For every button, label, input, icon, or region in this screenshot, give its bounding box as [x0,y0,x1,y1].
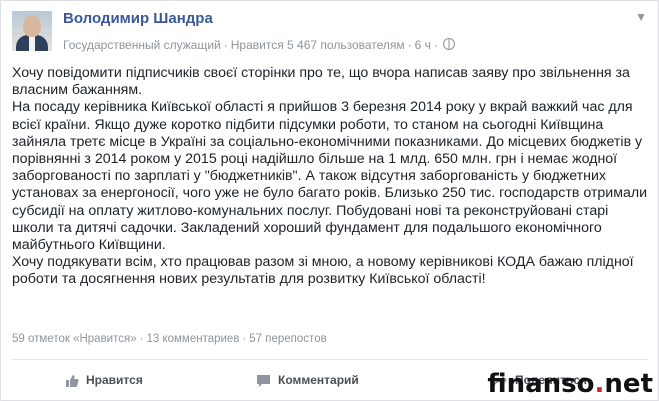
thumbs-up-icon [66,374,79,387]
comments-count[interactable]: 13 комментариев [146,333,239,345]
avatar[interactable] [12,11,52,51]
comment-label: Комментарий [278,373,359,387]
watermark-tld: net [604,369,653,399]
post-paragraph: Хочу повідомити підписчиків своєї сторін… [12,65,630,99]
watermark-brand: finanso [487,369,595,399]
post-time[interactable]: 6 ч [415,38,431,52]
speech-bubble-icon [257,374,270,387]
page-likes[interactable]: Нравится 5 467 пользователям [231,38,405,52]
author-name[interactable]: Володимир Шандра [63,10,213,27]
post-text: Хочу повідомити підписчиків своєї сторін… [12,65,652,289]
watermark-dot: . [594,369,605,399]
post-card: Володимир Шандра Государственный служащи… [0,0,659,401]
post-paragraph: Хочу подякувати всім, хто працював разом… [12,254,634,288]
like-button[interactable]: Нравится [65,364,143,396]
author-role: Государственный служащий [63,38,221,52]
post-stats: 59 отметок «Нравится» · 13 комментариев · 57… [12,333,327,345]
site-watermark: finanso.net [487,369,653,399]
post-paragraph: На посаду керівника Київської області я … [12,99,648,254]
likes-count[interactable]: 59 отметок «Нравится» [12,333,137,345]
comment-button[interactable]: Комментарий [256,364,359,396]
post-meta: Государственный служащий · Нравится 5 467 … [63,38,455,52]
chevron-down-icon[interactable]: ▼ [635,11,647,23]
like-label: Нравится [86,373,143,387]
divider [12,359,647,360]
globe-icon[interactable] [442,38,455,50]
shares-count[interactable]: 57 перепостов [249,333,326,345]
